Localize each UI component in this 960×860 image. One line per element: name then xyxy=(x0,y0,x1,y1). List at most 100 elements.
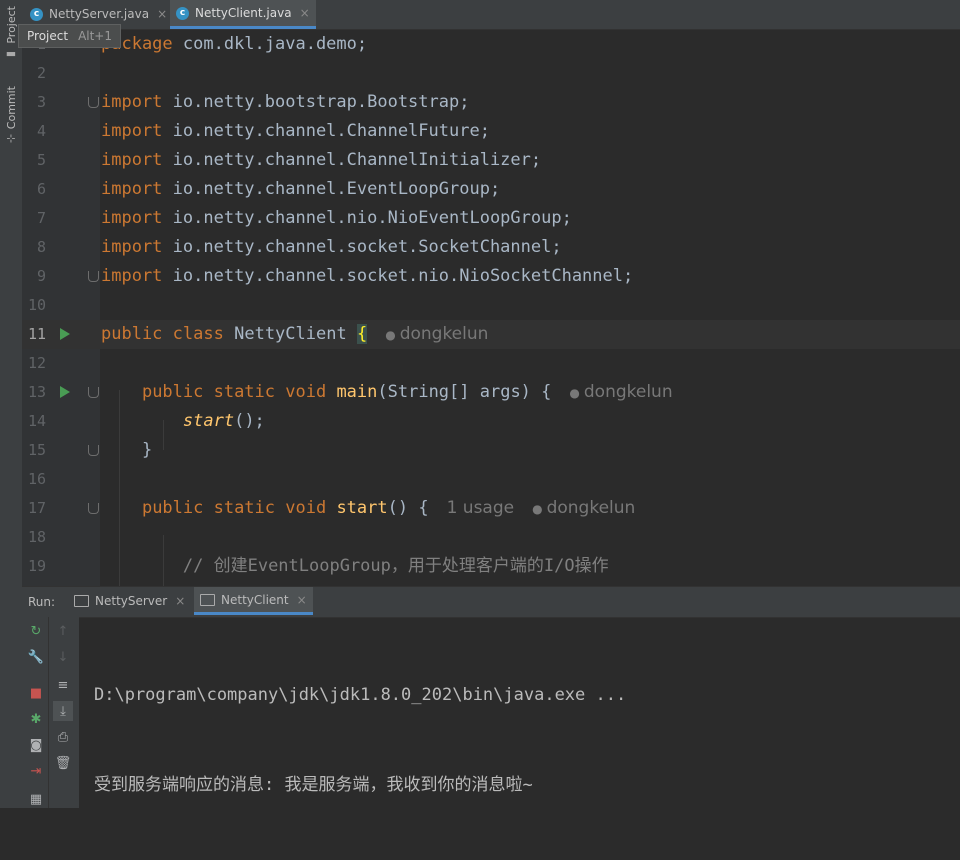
code-text: import io.netty.channel.ChannelInitializ… xyxy=(101,146,541,175)
fold-marker-icon[interactable] xyxy=(88,503,99,514)
code-line: 14 start(); xyxy=(22,407,960,436)
line-number: 10 xyxy=(22,291,46,320)
line-number: 4 xyxy=(22,117,46,146)
rerun-icon[interactable]: ↻ xyxy=(26,621,46,641)
code-line: 4 import io.netty.channel.ChannelFuture; xyxy=(22,117,960,146)
commit-tool-tab[interactable]: Commit ⊹ xyxy=(0,86,22,145)
console-command: D:\program\company\jdk\jdk1.8.0_202\bin\… xyxy=(94,685,626,705)
tab-label: NettyServer.java xyxy=(49,7,149,21)
arrow-down-icon[interactable]: ↓ xyxy=(53,647,73,667)
camera-icon[interactable]: ◙ xyxy=(26,735,46,755)
close-icon[interactable]: × xyxy=(157,7,167,21)
line-number: 18 xyxy=(22,523,46,552)
line-number: 2 xyxy=(22,59,46,88)
java-class-icon: c xyxy=(176,7,189,20)
line-number: 17 xyxy=(22,494,46,523)
editor-tab-bar: c NettyServer.java × c NettyClient.java … xyxy=(22,0,960,30)
wrench-icon[interactable]: 🔧 xyxy=(26,647,46,667)
code-line: 19 // 创建EventLoopGroup，用于处理客户端的I/O操作 xyxy=(22,552,960,581)
user-icon: ● xyxy=(532,502,542,516)
code-line: 15 } xyxy=(22,436,960,465)
run-config-icon xyxy=(200,594,215,606)
line-number: 12 xyxy=(22,349,46,378)
close-icon[interactable]: × xyxy=(300,6,310,20)
run-label: Run: xyxy=(28,595,55,609)
run-toolbar: ↻ 🔧 ■ ✱ ◙ ⇥ ▦ xyxy=(22,617,48,808)
code-text: import io.netty.channel.ChannelFuture; xyxy=(101,117,490,146)
tab-nettyclient[interactable]: c NettyClient.java × xyxy=(170,0,316,29)
run-config-icon xyxy=(74,595,89,607)
line-number: 19 xyxy=(22,552,46,581)
left-tool-strip: Project ▬ Commit ⊹ xyxy=(0,0,23,808)
code-line: 16 xyxy=(22,465,960,494)
run-tab-label: NettyClient xyxy=(221,593,289,607)
code-line: 7 import io.netty.channel.nio.NioEventLo… xyxy=(22,204,960,233)
print-icon[interactable]: ⎙ xyxy=(53,727,73,747)
run-tool-window: Run: NettyServer × NettyClient × ↻ 🔧 ■ ✱… xyxy=(22,586,960,808)
code-text: package com.dkl.java.demo; xyxy=(101,30,367,59)
code-line: 10 xyxy=(22,291,960,320)
run-tab-nettyserver[interactable]: NettyServer × xyxy=(68,587,191,615)
code-text: start(); xyxy=(101,407,265,436)
line-number: 7 xyxy=(22,204,46,233)
code-line: 17 public static void start() {1 usage●d… xyxy=(22,494,960,523)
close-icon[interactable]: × xyxy=(175,594,185,608)
code-line: 1 package com.dkl.java.demo; xyxy=(22,30,960,59)
debug-icon[interactable]: ✱ xyxy=(26,709,46,729)
code-text: import io.netty.channel.nio.NioEventLoop… xyxy=(101,204,572,233)
code-line: 2 xyxy=(22,59,960,88)
run-tab-label: NettyServer xyxy=(95,594,167,608)
line-number: 14 xyxy=(22,407,46,436)
project-tool-label: Project xyxy=(5,6,18,44)
console-output-line: 受到服务端响应的消息: 我是服务端，我收到你的消息啦~ xyxy=(94,775,533,795)
code-line: 18 xyxy=(22,523,960,552)
author-hint: dongkelun xyxy=(547,498,636,518)
tooltip-label: Project xyxy=(27,29,68,43)
code-text: // 创建EventLoopGroup，用于处理客户端的I/O操作 xyxy=(101,552,609,581)
folder-icon: ▬ xyxy=(6,47,16,60)
code-editor[interactable]: 1 package com.dkl.java.demo; 2 3 import … xyxy=(22,30,960,586)
line-number: 13 xyxy=(22,378,46,407)
layout-icon[interactable]: ▦ xyxy=(26,789,46,809)
code-text: public static void start() {1 usage●dong… xyxy=(101,494,635,524)
run-gutter-icon[interactable] xyxy=(60,386,70,398)
soft-wrap-icon[interactable]: ≡ xyxy=(53,675,73,695)
tooltip: Project Alt+1 xyxy=(18,24,121,48)
code-text: public class NettyClient {●dongkelun xyxy=(101,320,488,350)
scroll-to-end-icon[interactable]: ⤓ xyxy=(53,701,73,721)
line-number: 3 xyxy=(22,88,46,117)
close-icon[interactable]: × xyxy=(297,593,307,607)
console-toolbar: ↑ ↓ ≡ ⤓ ⎙ 🗑 xyxy=(48,617,79,808)
code-line: 6 import io.netty.channel.EventLoopGroup… xyxy=(22,175,960,204)
code-line: 12 xyxy=(22,349,960,378)
tooltip-shortcut: Alt+1 xyxy=(78,29,112,43)
commit-tool-label: Commit xyxy=(5,86,18,129)
run-panel-header: Run: NettyServer × NettyClient × xyxy=(22,586,960,618)
arrow-up-icon[interactable]: ↑ xyxy=(53,621,73,641)
fold-marker-icon[interactable] xyxy=(88,445,99,456)
code-text: public static void main(String[] args) {… xyxy=(101,378,673,408)
code-text: import io.netty.channel.socket.nio.NioSo… xyxy=(101,262,633,291)
code-text: import io.netty.channel.EventLoopGroup; xyxy=(101,175,500,204)
fold-marker-icon[interactable] xyxy=(88,271,99,282)
run-gutter-icon[interactable] xyxy=(60,328,70,340)
run-tab-nettyclient[interactable]: NettyClient × xyxy=(194,587,313,615)
tab-label: NettyClient.java xyxy=(195,6,292,20)
usage-hint: 1 usage xyxy=(447,498,515,518)
code-line-current: 11 public class NettyClient {●dongkelun xyxy=(22,320,960,349)
code-text: } xyxy=(101,436,152,465)
code-line: 8 import io.netty.channel.socket.SocketC… xyxy=(22,233,960,262)
java-class-icon: c xyxy=(30,8,43,21)
commit-icon: ⊹ xyxy=(6,132,15,145)
fold-marker-icon[interactable] xyxy=(88,97,99,108)
exit-icon[interactable]: ⇥ xyxy=(26,761,46,781)
console-output[interactable]: D:\program\company\jdk\jdk1.8.0_202\bin\… xyxy=(94,620,626,860)
line-number: 8 xyxy=(22,233,46,262)
author-hint: dongkelun xyxy=(584,382,673,402)
trash-icon[interactable]: 🗑 xyxy=(53,753,73,773)
line-number: 9 xyxy=(22,262,46,291)
line-number: 11 xyxy=(22,320,46,349)
fold-marker-icon[interactable] xyxy=(88,387,99,398)
stop-icon[interactable]: ■ xyxy=(26,683,46,703)
line-number: 5 xyxy=(22,146,46,175)
